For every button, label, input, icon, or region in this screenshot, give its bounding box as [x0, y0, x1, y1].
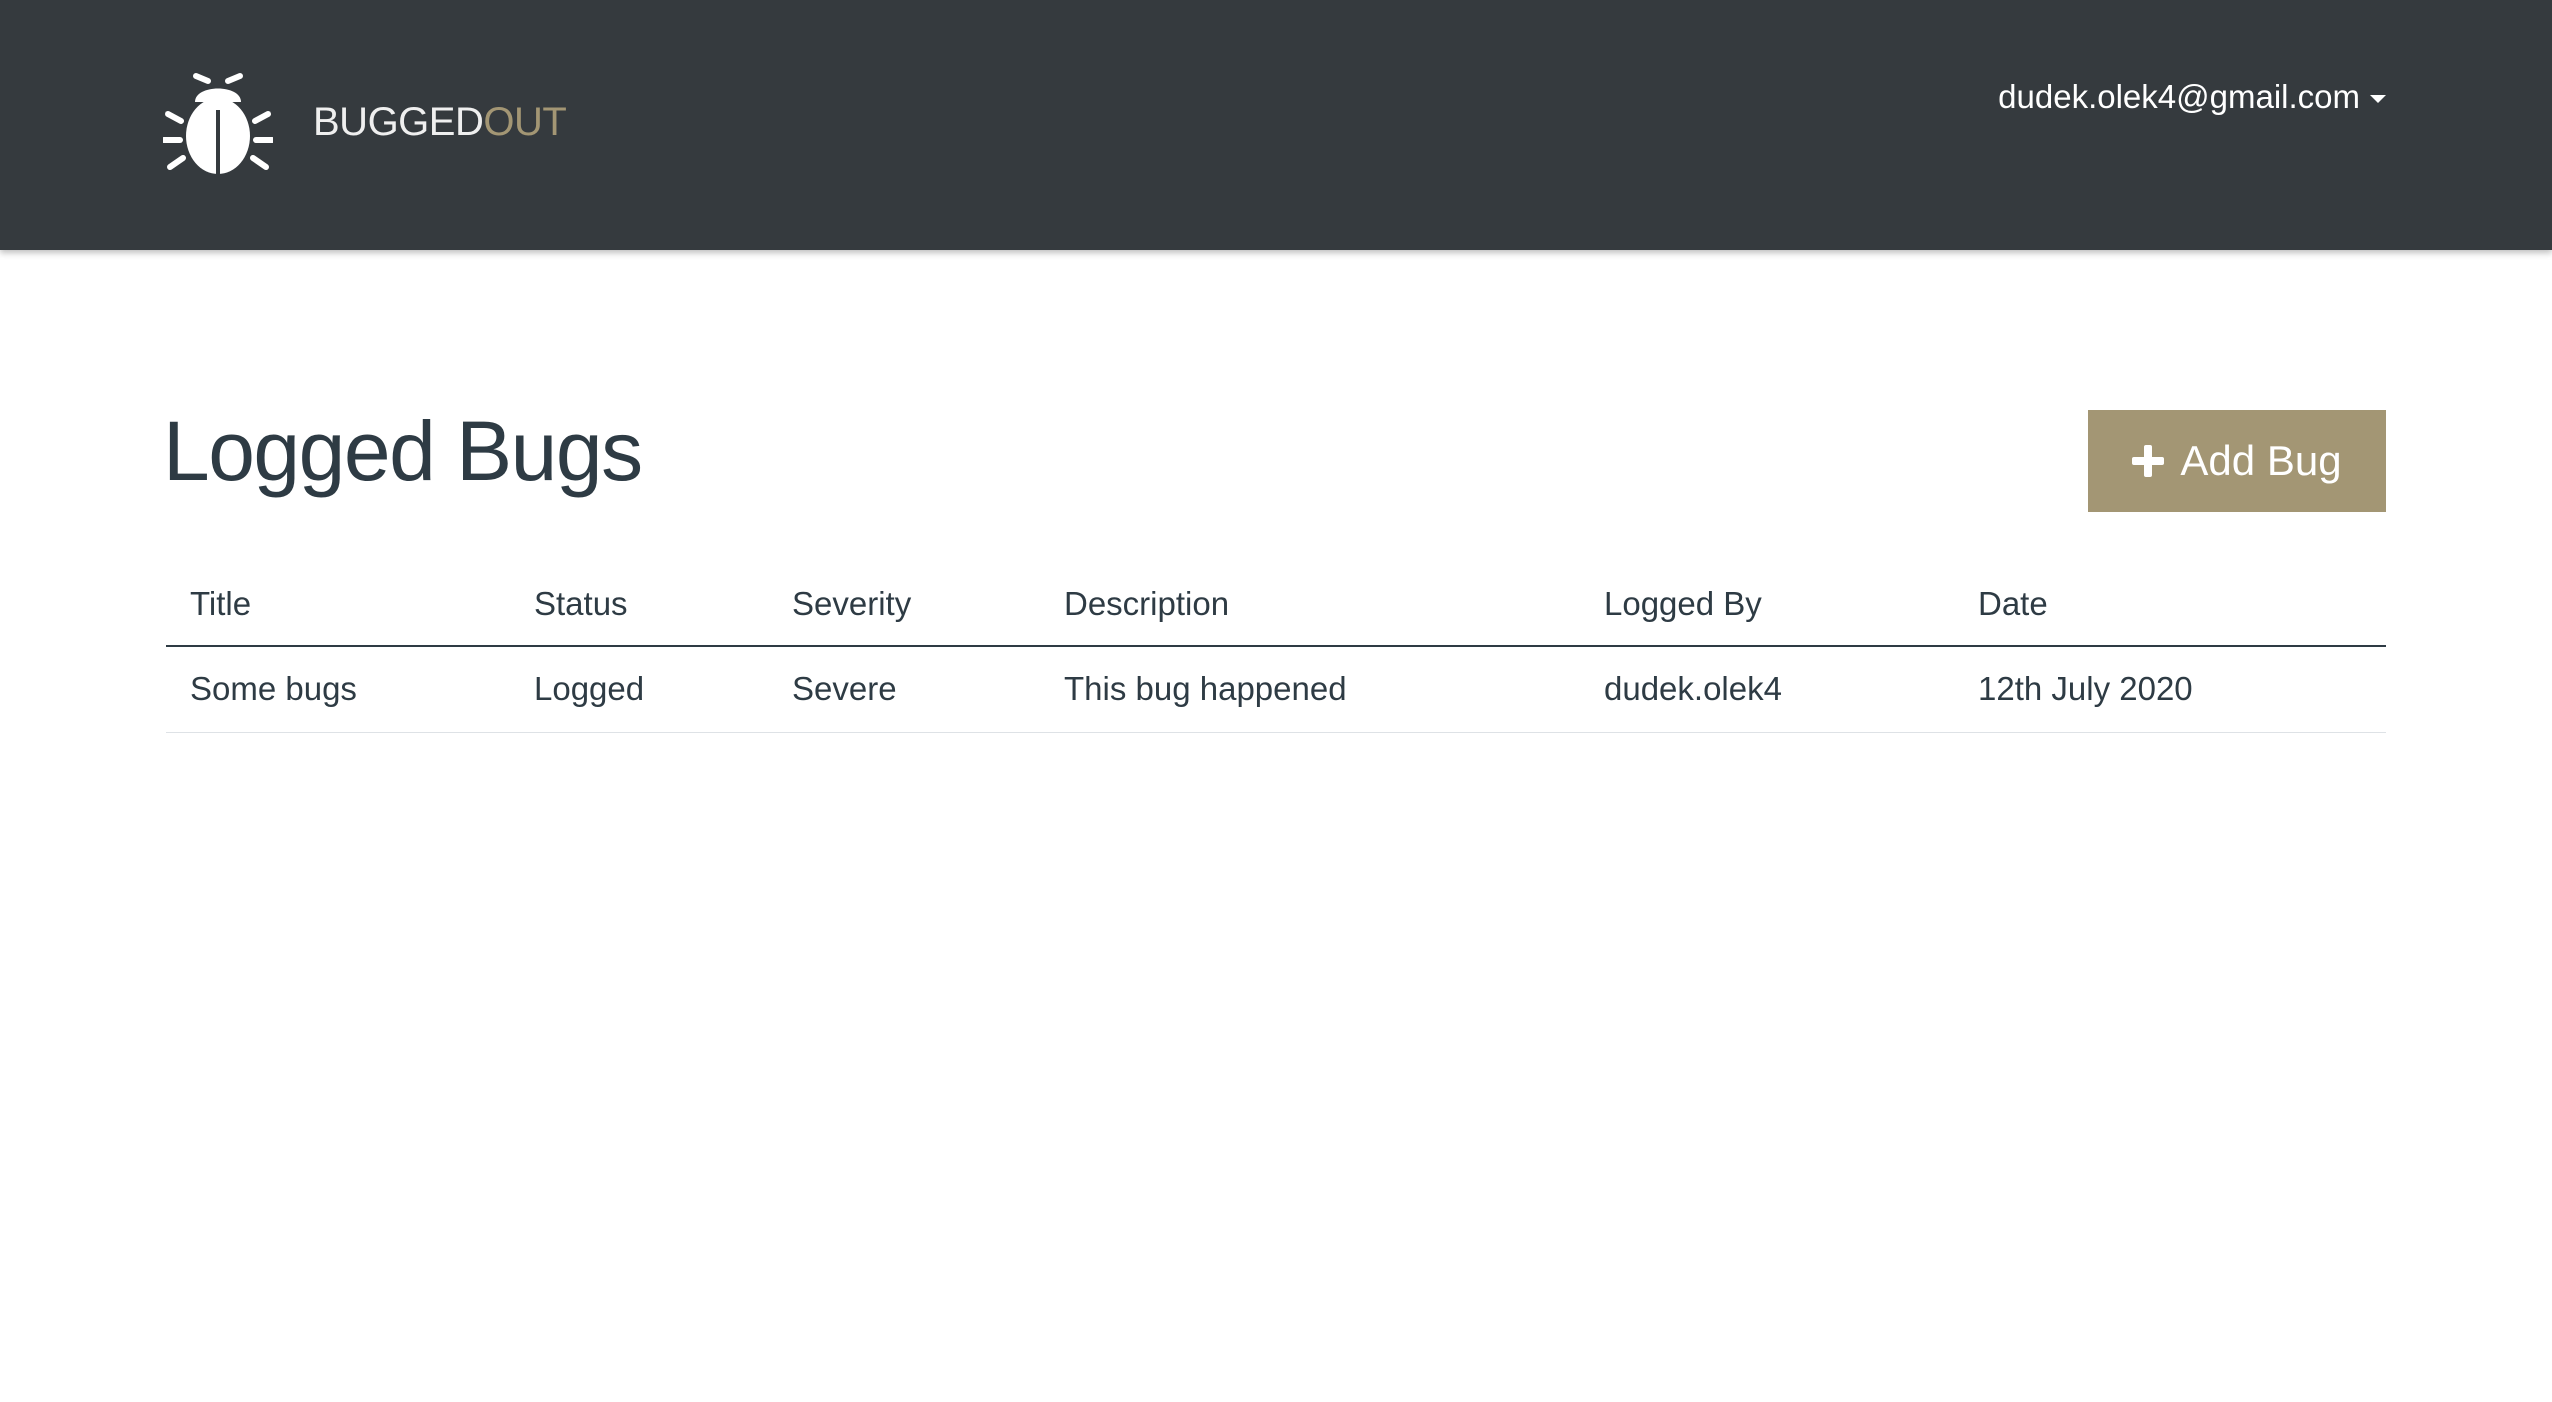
cell-description: This bug happened: [1040, 646, 1580, 733]
user-menu-dropdown[interactable]: dudek.olek4@gmail.com: [1998, 78, 2386, 116]
cell-status: Logged: [510, 646, 768, 733]
table-row[interactable]: Some bugs Logged Severe This bug happene…: [166, 646, 2386, 733]
column-header-date: Date: [1954, 562, 2386, 647]
page-title: Logged Bugs: [163, 404, 643, 498]
column-header-logged-by: Logged By: [1580, 562, 1954, 647]
brand-name-part2: OUT: [483, 100, 567, 144]
column-header-description: Description: [1040, 562, 1580, 647]
add-bug-button[interactable]: Add Bug: [2088, 410, 2386, 512]
add-bug-label: Add Bug: [2180, 437, 2342, 484]
brand-logo-link[interactable]: BUGGEDOUT: [163, 66, 567, 178]
table-header: Title Status Severity Description Logged…: [166, 562, 2386, 647]
column-header-status: Status: [510, 562, 768, 647]
table-body: Some bugs Logged Severe This bug happene…: [166, 646, 2386, 733]
navbar: BUGGEDOUT dudek.olek4@gmail.com: [0, 0, 2552, 250]
plus-icon: [2132, 445, 2165, 477]
cell-date: 12th July 2020: [1954, 646, 2386, 733]
column-header-title: Title: [166, 562, 510, 647]
caret-down-icon: [2370, 95, 2386, 103]
brand-name-part1: BUGGED: [313, 100, 484, 144]
cell-severity: Severe: [768, 646, 1040, 733]
brand-name: BUGGEDOUT: [313, 100, 567, 144]
bugs-table: Title Status Severity Description Logged…: [166, 562, 2386, 733]
table-header-row: Title Status Severity Description Logged…: [166, 562, 2386, 647]
user-email: dudek.olek4@gmail.com: [1998, 78, 2360, 115]
cell-logged-by: dudek.olek4: [1580, 646, 1954, 733]
column-header-severity: Severity: [768, 562, 1040, 647]
bug-icon: [163, 73, 273, 174]
cell-title: Some bugs: [166, 646, 510, 733]
